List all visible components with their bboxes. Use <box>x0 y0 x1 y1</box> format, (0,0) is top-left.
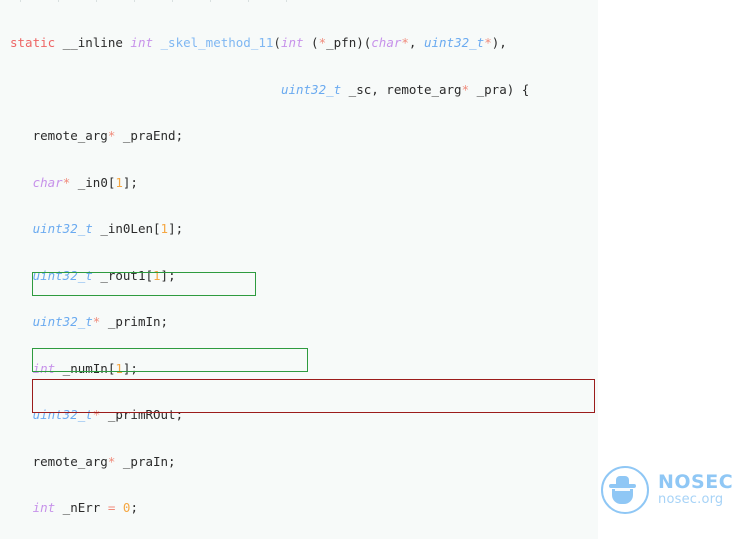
code-line: remote_arg* _praEnd; <box>10 128 184 143</box>
code-line: uint32_t* _primROut; <box>32 407 184 422</box>
watermark: NOSEC nosec.org <box>601 466 733 514</box>
code-line: char* _in0[1]; <box>32 174 138 190</box>
watermark-text: NOSEC nosec.org <box>658 471 734 508</box>
code-line: int _numIn[1]; <box>32 360 138 376</box>
code-line: remote_arg* _praIn; <box>10 453 176 469</box>
code-line: int _nErr = 0; <box>32 500 138 515</box>
code-text-block[interactable]: static __inline int _skel_method_11(int … <box>0 4 598 539</box>
shield-shape <box>612 488 633 504</box>
code-editor-canvas[interactable]: static __inline int _skel_method_11(int … <box>0 0 598 539</box>
watermark-subtitle: nosec.org <box>658 492 724 508</box>
code-line: uint32_t _in0Len[1]; <box>32 221 184 236</box>
code-line: uint32_t _sc, remote_arg* _pra) { <box>280 81 530 97</box>
code-line: static __inline int _skel_method_11(int … <box>10 35 507 50</box>
watermark-title: NOSEC <box>658 471 734 494</box>
screenshot-root: static __inline int _skel_method_11(int … <box>0 0 753 539</box>
code-line: uint32_t _rout1[1]; <box>32 267 176 283</box>
hat-shield-circle-icon <box>601 466 649 514</box>
code-line: uint32_t* _primIn; <box>32 314 169 329</box>
